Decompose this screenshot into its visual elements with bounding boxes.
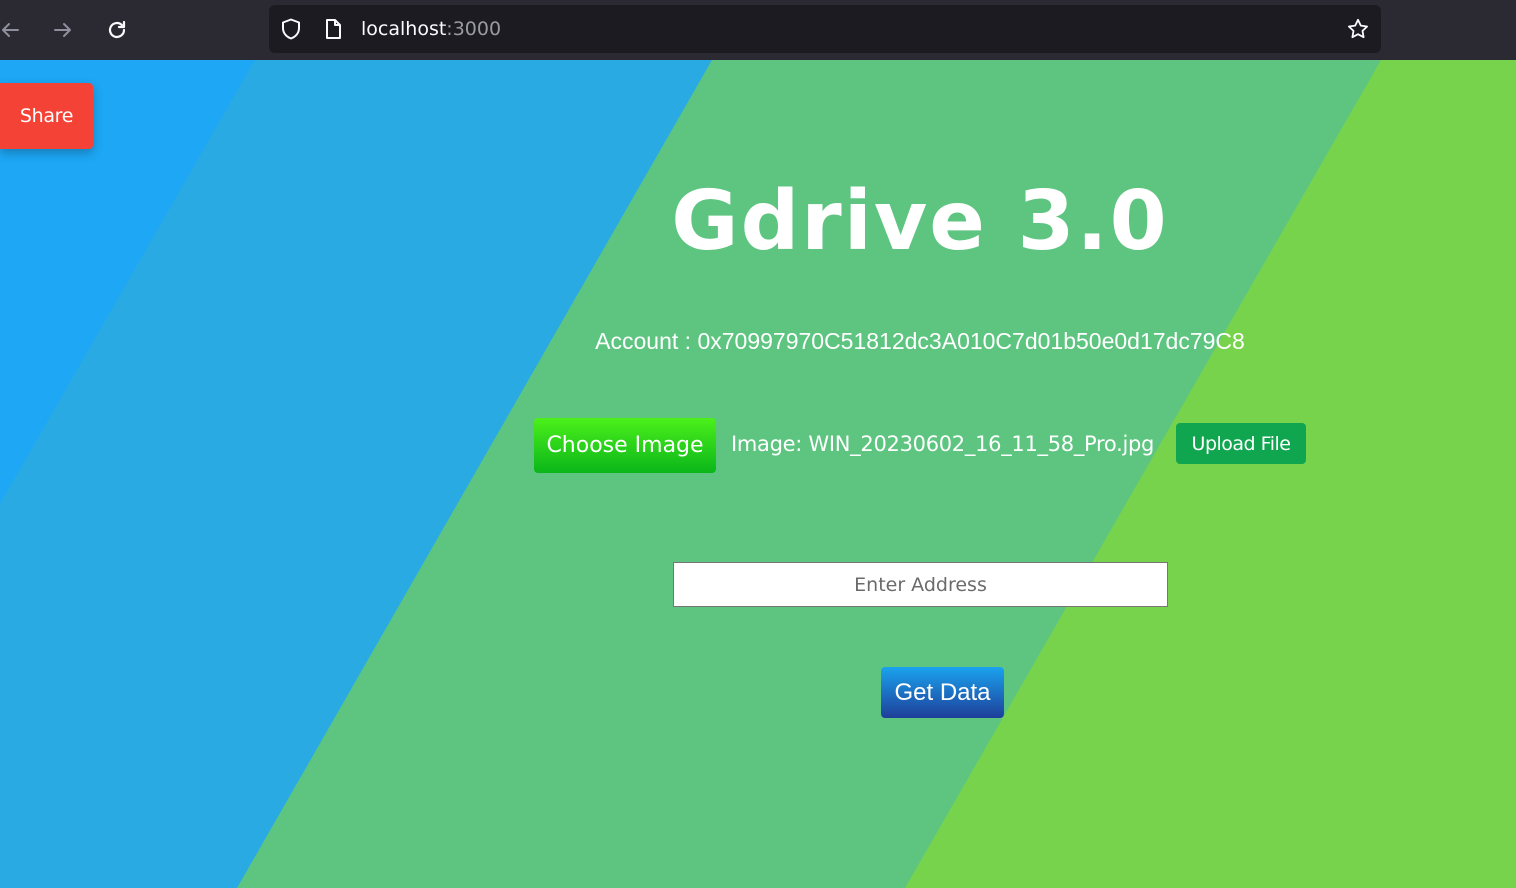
url-bar[interactable]: localhost:3000	[269, 5, 1381, 53]
url-port: :3000	[446, 18, 502, 40]
url-host: localhost	[361, 18, 447, 40]
page-icon	[321, 17, 345, 41]
selected-image-name: Image: WIN_20230602_16_11_58_Pro.jpg	[731, 432, 1155, 456]
reload-icon	[108, 20, 126, 39]
get-data-button[interactable]: Get Data	[881, 667, 1004, 718]
star-icon[interactable]	[1346, 17, 1370, 41]
reload-button[interactable]	[101, 14, 133, 46]
url-text[interactable]: localhost:3000	[361, 18, 501, 40]
shield-icon[interactable]	[279, 17, 303, 41]
page-title: Gdrive 3.0	[671, 174, 1169, 269]
forward-button[interactable]	[47, 14, 79, 46]
address-input[interactable]	[673, 562, 1168, 607]
choose-image-button[interactable]: Choose Image	[534, 418, 716, 473]
arrow-left-icon	[2, 23, 19, 37]
account-address: Account : 0x70997970C51812dc3A010C7d01b5…	[595, 328, 1245, 354]
arrow-right-icon	[54, 23, 71, 37]
share-button[interactable]: Share	[0, 83, 93, 149]
browser-toolbar: localhost:3000	[0, 0, 1516, 60]
back-button[interactable]	[0, 14, 26, 46]
upload-file-button[interactable]: Upload File	[1176, 423, 1306, 464]
page: Share Gdrive 3.0 Account : 0x70997970C51…	[0, 60, 1516, 888]
